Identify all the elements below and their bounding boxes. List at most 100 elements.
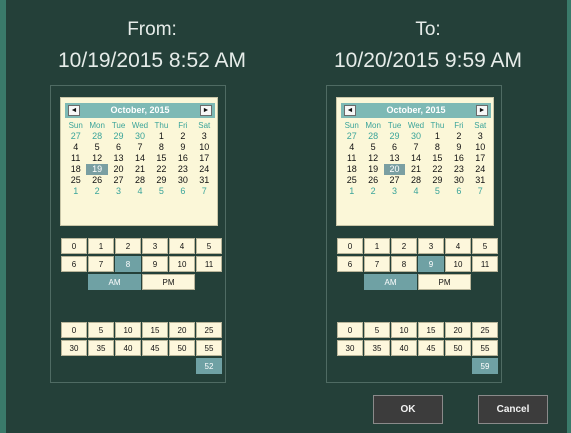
calendar-day[interactable]: 7 bbox=[470, 186, 491, 197]
calendar-day[interactable]: 30 bbox=[129, 131, 150, 142]
hour-option[interactable]: 5 bbox=[196, 238, 222, 254]
minute-option[interactable]: 15 bbox=[418, 322, 444, 338]
minute-option[interactable]: 40 bbox=[115, 340, 141, 356]
calendar-day[interactable]: 3 bbox=[470, 131, 491, 142]
calendar-day[interactable]: 16 bbox=[172, 153, 193, 164]
calendar-day[interactable]: 25 bbox=[65, 175, 86, 186]
calendar-day[interactable]: 30 bbox=[448, 175, 469, 186]
calendar-day[interactable]: 4 bbox=[341, 142, 362, 153]
calendar-day[interactable]: 1 bbox=[341, 186, 362, 197]
hour-option[interactable]: 2 bbox=[391, 238, 417, 254]
calendar-day[interactable]: 11 bbox=[341, 153, 362, 164]
minute-option[interactable]: 5 bbox=[88, 322, 114, 338]
calendar-day[interactable]: 28 bbox=[405, 175, 426, 186]
calendar-day[interactable]: 25 bbox=[341, 175, 362, 186]
calendar-day[interactable]: 5 bbox=[151, 186, 172, 197]
calendar-day[interactable]: 1 bbox=[65, 186, 86, 197]
minute-option[interactable]: 25 bbox=[196, 322, 222, 338]
calendar-day[interactable]: 2 bbox=[172, 131, 193, 142]
calendar-day[interactable]: 18 bbox=[65, 164, 86, 175]
hour-option[interactable]: 11 bbox=[472, 256, 498, 272]
hour-option[interactable]: 6 bbox=[337, 256, 363, 272]
minute-option[interactable]: 35 bbox=[364, 340, 390, 356]
calendar-day[interactable]: 27 bbox=[108, 175, 129, 186]
hour-option[interactable]: 5 bbox=[472, 238, 498, 254]
calendar-day[interactable]: 30 bbox=[405, 131, 426, 142]
calendar-day[interactable]: 21 bbox=[129, 164, 150, 175]
hour-option[interactable]: 4 bbox=[169, 238, 195, 254]
calendar-day[interactable]: 3 bbox=[108, 186, 129, 197]
hour-option[interactable]: 7 bbox=[364, 256, 390, 272]
hour-option[interactable]: 1 bbox=[364, 238, 390, 254]
calendar-day[interactable]: 5 bbox=[427, 186, 448, 197]
ok-button[interactable]: OK bbox=[373, 395, 443, 424]
calendar-day[interactable]: 9 bbox=[448, 142, 469, 153]
hour-option[interactable]: 3 bbox=[418, 238, 444, 254]
minute-option[interactable]: 5 bbox=[364, 322, 390, 338]
calendar-day[interactable]: 29 bbox=[427, 175, 448, 186]
calendar-day-selected[interactable]: 19 bbox=[86, 164, 108, 175]
calendar-day[interactable]: 8 bbox=[427, 142, 448, 153]
calendar-day[interactable]: 10 bbox=[470, 142, 491, 153]
prev-month-button[interactable]: ◄ bbox=[344, 105, 356, 116]
calendar-day[interactable]: 10 bbox=[194, 142, 215, 153]
minute-option[interactable]: 0 bbox=[337, 322, 363, 338]
minute-option[interactable]: 15 bbox=[142, 322, 168, 338]
calendar-day[interactable]: 12 bbox=[362, 153, 383, 164]
hour-option[interactable]: 0 bbox=[337, 238, 363, 254]
hour-option[interactable]: 9 bbox=[142, 256, 168, 272]
minute-option[interactable]: 55 bbox=[472, 340, 498, 356]
calendar-day[interactable]: 14 bbox=[405, 153, 426, 164]
calendar-day[interactable]: 26 bbox=[362, 175, 383, 186]
calendar-day[interactable]: 29 bbox=[151, 175, 172, 186]
minute-option[interactable]: 0 bbox=[61, 322, 87, 338]
calendar-day[interactable]: 23 bbox=[172, 164, 193, 175]
hour-option[interactable]: 0 bbox=[61, 238, 87, 254]
calendar-day[interactable]: 13 bbox=[108, 153, 129, 164]
minute-option[interactable]: 30 bbox=[337, 340, 363, 356]
calendar-day[interactable]: 20 bbox=[108, 164, 129, 175]
calendar-day[interactable]: 27 bbox=[384, 175, 405, 186]
minute-option[interactable]: 50 bbox=[445, 340, 471, 356]
calendar-day[interactable]: 27 bbox=[65, 131, 86, 142]
minute-option[interactable]: 25 bbox=[472, 322, 498, 338]
calendar-day[interactable]: 15 bbox=[427, 153, 448, 164]
hour-option[interactable]: 2 bbox=[115, 238, 141, 254]
minute-option[interactable]: 45 bbox=[142, 340, 168, 356]
pm-button[interactable]: PM bbox=[142, 274, 195, 290]
calendar-day[interactable]: 9 bbox=[172, 142, 193, 153]
calendar-day[interactable]: 11 bbox=[65, 153, 86, 164]
minute-option[interactable]: 30 bbox=[61, 340, 87, 356]
minute-option[interactable]: 10 bbox=[391, 322, 417, 338]
calendar-day[interactable]: 1 bbox=[151, 131, 172, 142]
hour-option-selected[interactable]: 9 bbox=[418, 256, 444, 272]
calendar-day[interactable]: 2 bbox=[362, 186, 383, 197]
calendar-day[interactable]: 5 bbox=[86, 142, 107, 153]
hour-option[interactable]: 3 bbox=[142, 238, 168, 254]
hour-option[interactable]: 11 bbox=[196, 256, 222, 272]
calendar-day[interactable]: 16 bbox=[448, 153, 469, 164]
calendar-day[interactable]: 14 bbox=[129, 153, 150, 164]
hour-option[interactable]: 4 bbox=[445, 238, 471, 254]
calendar-day[interactable]: 3 bbox=[384, 186, 405, 197]
calendar-day[interactable]: 31 bbox=[194, 175, 215, 186]
hour-option[interactable]: 6 bbox=[61, 256, 87, 272]
calendar-day[interactable]: 26 bbox=[86, 175, 107, 186]
calendar-day[interactable]: 21 bbox=[405, 164, 426, 175]
calendar-day[interactable]: 13 bbox=[384, 153, 405, 164]
next-month-button[interactable]: ► bbox=[476, 105, 488, 116]
calendar-day[interactable]: 17 bbox=[194, 153, 215, 164]
am-button[interactable]: AM bbox=[364, 274, 417, 290]
calendar-day[interactable]: 5 bbox=[362, 142, 383, 153]
calendar-day[interactable]: 22 bbox=[427, 164, 448, 175]
minute-option[interactable]: 10 bbox=[115, 322, 141, 338]
calendar-day[interactable]: 7 bbox=[405, 142, 426, 153]
calendar-day[interactable]: 19 bbox=[362, 164, 383, 175]
pm-button[interactable]: PM bbox=[418, 274, 471, 290]
calendar-day[interactable]: 6 bbox=[172, 186, 193, 197]
calendar-day[interactable]: 31 bbox=[470, 175, 491, 186]
calendar-day[interactable]: 4 bbox=[405, 186, 426, 197]
hour-option[interactable]: 10 bbox=[445, 256, 471, 272]
calendar-day[interactable]: 28 bbox=[129, 175, 150, 186]
calendar-day[interactable]: 7 bbox=[129, 142, 150, 153]
